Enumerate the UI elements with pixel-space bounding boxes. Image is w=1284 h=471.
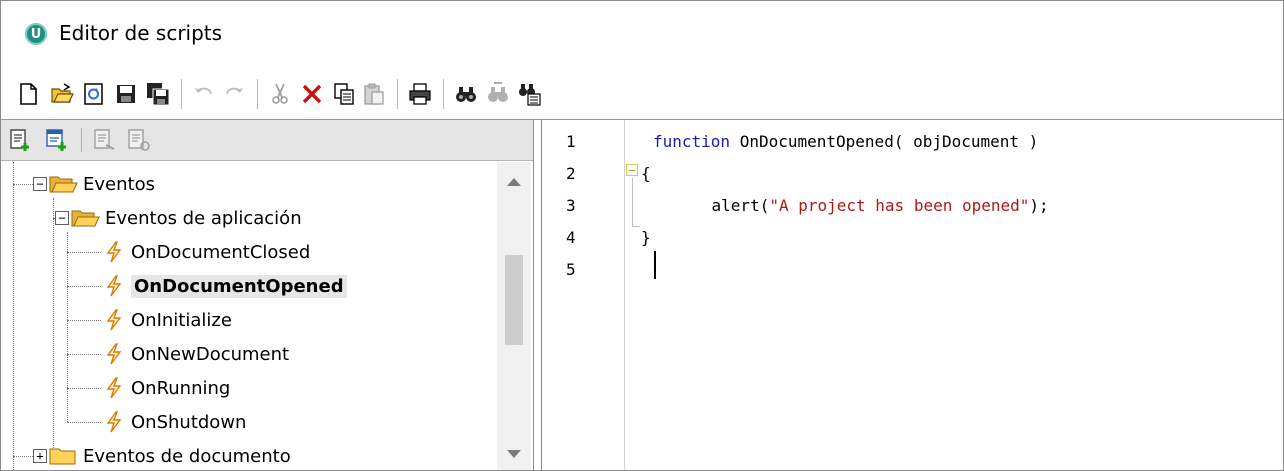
tree-node-eventos-de-documento[interactable]: + Eventos de documento xyxy=(33,442,291,470)
app-logo-icon: U xyxy=(25,23,47,45)
expand-toggle-icon[interactable]: + xyxy=(33,449,47,463)
remove-macro-icon[interactable] xyxy=(91,126,119,154)
code-line-3: alert("A project has been opened"); xyxy=(673,196,1049,215)
tree-guide-line xyxy=(67,252,101,253)
tree-guide-line xyxy=(67,286,101,287)
save-icon[interactable] xyxy=(113,81,139,107)
event-bolt-icon xyxy=(106,343,122,365)
tree-node-event[interactable]: OnShutdown xyxy=(103,408,246,436)
fold-guide-line xyxy=(632,178,633,226)
code-keyword: function xyxy=(653,132,731,151)
main-toolbar xyxy=(1,69,1283,120)
event-bolt-icon xyxy=(106,411,122,433)
line-number: 3 xyxy=(566,196,576,215)
open-file-icon[interactable] xyxy=(49,81,75,107)
line-number-gutter: 1 2 3 4 5 xyxy=(542,120,625,470)
code-text: alert( xyxy=(673,196,770,215)
redo-icon[interactable] xyxy=(221,81,247,107)
line-number: 1 xyxy=(566,132,576,151)
fold-toggle-icon[interactable] xyxy=(626,164,638,176)
scroll-up-arrow-icon[interactable] xyxy=(507,178,521,186)
code-string: "A project has been opened" xyxy=(769,196,1030,215)
find-icon[interactable] xyxy=(453,81,479,107)
replace-icon[interactable] xyxy=(517,81,543,107)
tree-node-event[interactable]: OnDocumentOpened xyxy=(103,272,347,300)
scroll-down-arrow-icon[interactable] xyxy=(507,450,521,458)
event-bolt-icon xyxy=(106,309,122,331)
tree-node-label: OnDocumentClosed xyxy=(131,241,311,263)
reload-icon[interactable] xyxy=(81,81,107,107)
line-number: 4 xyxy=(566,228,576,247)
tree-node-eventos-de-aplicacion[interactable]: − Eventos de aplicación xyxy=(55,204,302,232)
tree-guide-line xyxy=(67,354,101,355)
code-line-4: } xyxy=(641,228,651,247)
tree-node-label: Eventos xyxy=(83,173,155,195)
fold-guide-end xyxy=(632,226,640,227)
tree-node-eventos[interactable]: − Eventos xyxy=(33,170,155,198)
tree-guide-line xyxy=(67,320,101,321)
find-next-icon[interactable] xyxy=(485,81,511,107)
code-text: { xyxy=(641,164,651,183)
open-folder-icon xyxy=(71,210,100,227)
title-bar: U Editor de scripts xyxy=(1,1,1283,63)
tree-guide-line xyxy=(53,198,54,456)
tree-node-event[interactable]: OnInitialize xyxy=(103,306,232,334)
tree-scrollbar[interactable] xyxy=(497,162,531,470)
cut-icon[interactable] xyxy=(267,81,293,107)
paste-icon[interactable] xyxy=(361,81,387,107)
event-tree: − Eventos − Eventos de aplicación OnDocu… xyxy=(9,162,497,470)
tree-node-label: OnShutdown xyxy=(131,411,247,433)
line-number: 5 xyxy=(566,260,576,279)
tree-node-label: OnDocumentOpened xyxy=(131,274,347,298)
tree-guide-line xyxy=(13,184,33,185)
save-all-icon[interactable] xyxy=(145,81,171,107)
open-folder-icon xyxy=(49,176,78,193)
toolbar-separator xyxy=(257,79,258,109)
event-bolt-icon xyxy=(106,241,122,263)
properties-icon[interactable] xyxy=(125,126,153,154)
event-bolt-icon xyxy=(106,275,122,297)
tree-node-label: OnRunning xyxy=(131,377,231,399)
line-number: 2 xyxy=(566,164,576,183)
text-caret xyxy=(654,251,656,279)
copy-icon[interactable] xyxy=(331,81,357,107)
folder-icon xyxy=(49,448,76,465)
tree-node-label: OnNewDocument xyxy=(131,343,290,365)
tree-node-event[interactable]: OnRunning xyxy=(103,374,230,402)
add-form-icon[interactable] xyxy=(43,126,71,154)
undo-icon[interactable] xyxy=(191,81,217,107)
code-line-1: function OnDocumentOpened( objDocument ) xyxy=(653,132,1038,151)
toolbar-separator xyxy=(81,128,82,152)
script-editor-window: U Editor de scripts − Eventos − Eventos … xyxy=(0,0,1284,471)
collapse-toggle-icon[interactable]: − xyxy=(33,177,47,191)
tree-toolbar xyxy=(1,120,533,161)
scroll-thumb[interactable] xyxy=(505,255,523,345)
tree-node-label: Eventos de aplicación xyxy=(105,207,302,229)
toolbar-separator xyxy=(443,79,444,109)
event-bolt-icon xyxy=(106,377,122,399)
event-tree-pane: − Eventos − Eventos de aplicación OnDocu… xyxy=(1,120,534,470)
window-title: Editor de scripts xyxy=(59,21,223,45)
tree-node-event[interactable]: OnNewDocument xyxy=(103,340,289,368)
app-logo-letter: U xyxy=(30,26,42,42)
new-file-icon[interactable] xyxy=(15,81,41,107)
tree-guide-line xyxy=(67,232,68,422)
code-line-2: { xyxy=(641,164,651,183)
delete-icon[interactable] xyxy=(299,81,325,107)
tree-node-event[interactable]: OnDocumentClosed xyxy=(103,238,310,266)
print-icon[interactable] xyxy=(407,81,433,107)
code-text: } xyxy=(641,228,651,247)
tree-guide-line xyxy=(67,388,101,389)
code-text: ); xyxy=(1029,196,1049,215)
toolbar-separator xyxy=(397,79,398,109)
toolbar-separator xyxy=(181,79,182,109)
add-macro-icon[interactable] xyxy=(7,126,35,154)
tree-node-label: OnInitialize xyxy=(131,309,232,331)
code-editor[interactable]: 1 2 3 4 5 function OnDocumentOpened( obj… xyxy=(541,120,1283,470)
tree-guide-line xyxy=(67,422,101,423)
tree-node-label: Eventos de documento xyxy=(83,445,291,467)
tree-guide-line xyxy=(13,162,14,470)
collapse-toggle-icon[interactable]: − xyxy=(55,211,69,225)
code-text: OnDocumentOpened( objDocument ) xyxy=(730,132,1039,151)
